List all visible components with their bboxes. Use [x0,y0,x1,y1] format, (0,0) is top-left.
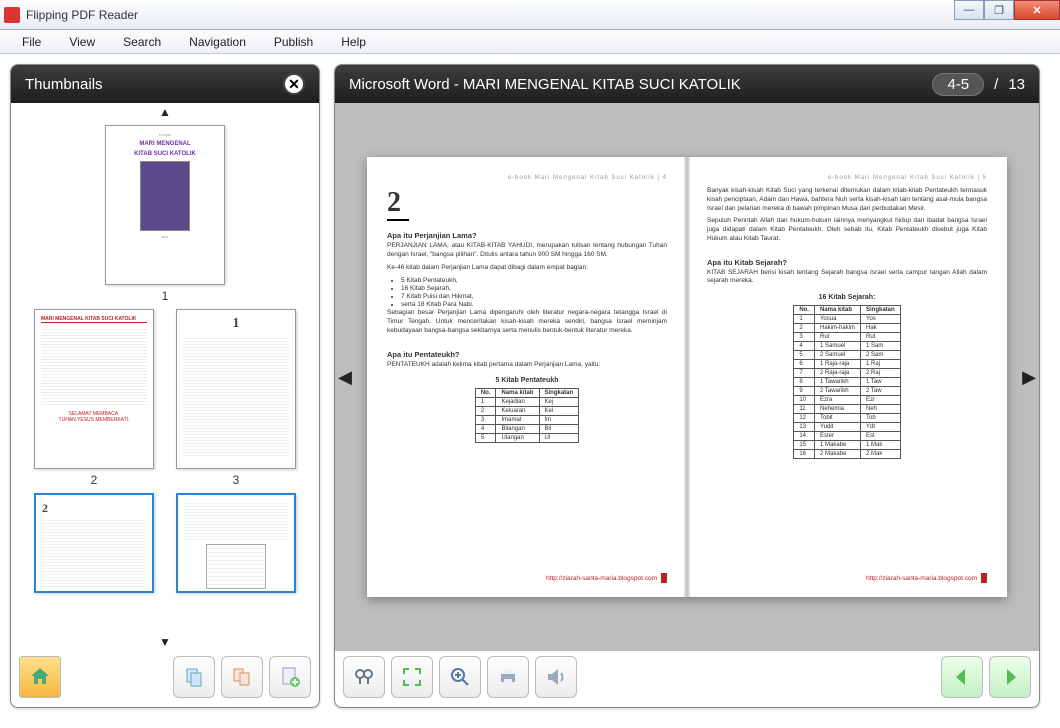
thumbnails-header: Thumbnails ✕ [11,65,319,103]
prev-page-arrow[interactable]: ◀ [337,365,353,389]
thumbnails-list: e-book MARI MENGENAL KITAB SUCI KATOLIK … [11,121,319,633]
window-close-button[interactable]: ✕ [1014,0,1060,20]
next-button[interactable] [989,656,1031,698]
fit-screen-button[interactable] [391,656,433,698]
menu-publish[interactable]: Publish [260,32,327,52]
document-panel: Microsoft Word - MARI MENGENAL KITAB SUC… [334,64,1040,708]
thumbnail-page-2[interactable]: MARI MENGENAL KITAB SUCI KATOLIK SELAMAT… [34,309,154,487]
menubar: File View Search Navigation Publish Help [0,30,1060,54]
home-button[interactable] [19,656,61,698]
titlebar: Flipping PDF Reader — ❐ ✕ [0,0,1060,30]
search-tool-button[interactable] [343,656,385,698]
menu-view[interactable]: View [55,32,109,52]
menu-help[interactable]: Help [327,32,380,52]
thumbnail-page-1[interactable]: e-book MARI MENGENAL KITAB SUCI KATOLIK … [105,125,225,303]
zoom-button[interactable] [439,656,481,698]
maximize-button[interactable]: ❐ [984,0,1014,20]
thumbnails-scroll-up[interactable]: ▲ [11,103,319,121]
menu-navigation[interactable]: Navigation [175,32,260,52]
pentateuch-table: No.Nama kitabSingkatan 1KejadianKej 2Kel… [475,388,579,443]
thumbnails-panel: Thumbnails ✕ ▲ e-book MARI MENGENAL KITA… [10,64,320,708]
thumbnail-page-4[interactable]: 2 [34,493,154,593]
page-sep: / [994,76,998,93]
minimize-button[interactable]: — [954,0,984,20]
page-spread: e-book Mari Mengenal Kitab Suci Katolik … [367,157,1007,597]
prev-button[interactable] [941,656,983,698]
app-title: Flipping PDF Reader [26,8,138,22]
add-page-button[interactable] [269,656,311,698]
menu-file[interactable]: File [8,32,55,52]
book-viewport: ◀ ▶ e-book Mari Mengenal Kitab Suci Kato… [335,103,1039,651]
thumbnails-close-button[interactable]: ✕ [283,73,305,95]
page-right: e-book Mari Mengenal Kitab Suci Katolik … [687,157,1007,597]
page4-url: http://ziarah-santa-maria.blogspot.com [546,575,657,582]
thumbnails-title: Thumbnails [25,76,103,93]
page-left: e-book Mari Mengenal Kitab Suci Katolik … [367,157,687,597]
page-total: 13 [1008,76,1025,93]
sound-button[interactable] [535,656,577,698]
duplicate-button[interactable] [221,656,263,698]
thumbnails-scroll-down[interactable]: ▼ [11,633,319,651]
page5-url: http://ziarah-santa-maria.blogspot.com [866,575,977,582]
page-range-pill[interactable]: 4-5 [932,73,984,96]
print-button[interactable] [487,656,529,698]
thumbnail-page-5[interactable] [176,493,296,593]
document-title: Microsoft Word - MARI MENGENAL KITAB SUC… [349,76,741,93]
next-page-arrow[interactable]: ▶ [1021,365,1037,389]
thumbnail-page-3[interactable]: 1 3 [176,309,296,487]
pentateuch-bullets: 5 Kitab Pentateukh, 16 Kitab Sejarah, 7 … [401,276,667,309]
menu-search[interactable]: Search [109,32,175,52]
copy-pages-button[interactable] [173,656,215,698]
sejarah-table: No.Nama kitabSingkatan 1YosuaYos 2Hakim-… [793,305,900,459]
app-icon [4,7,20,23]
document-header: Microsoft Word - MARI MENGENAL KITAB SUC… [335,65,1039,103]
